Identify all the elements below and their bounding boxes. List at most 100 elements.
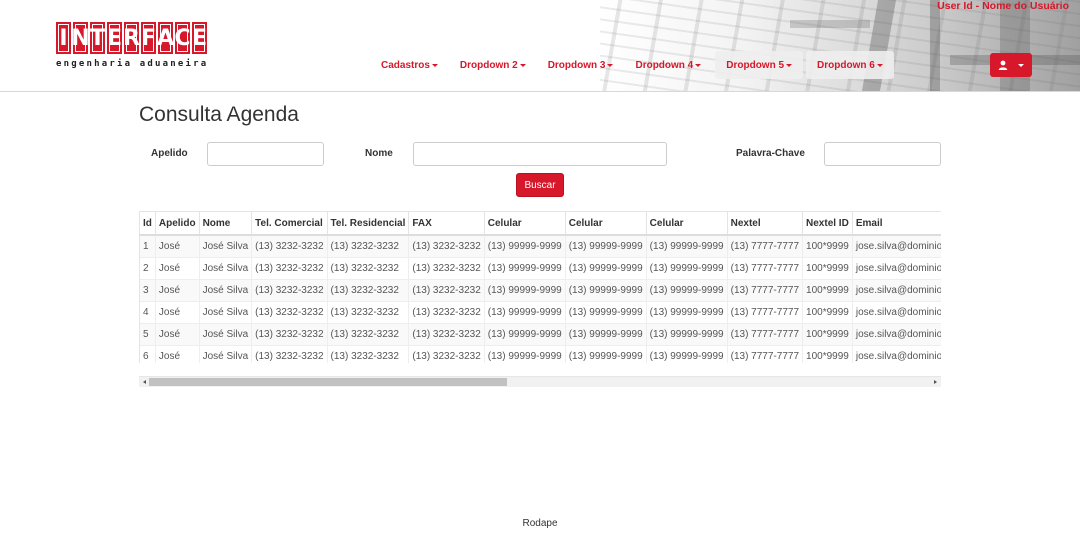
table-cell: 100*9999 <box>802 301 853 324</box>
search-button[interactable]: Buscar <box>516 173 564 197</box>
table-cell: (13) 3232-3232 <box>327 234 410 258</box>
table-cell: (13) 7777-7777 <box>727 279 804 302</box>
caret-down-icon <box>695 63 702 67</box>
column-header[interactable]: Apelido <box>155 211 200 236</box>
scrollbar-thumb[interactable] <box>149 378 507 386</box>
column-header[interactable]: Nextel ID <box>802 211 853 236</box>
table-cell: José <box>155 323 200 346</box>
table-cell: (13) 7777-7777 <box>727 257 804 280</box>
column-header[interactable]: Nextel <box>727 211 804 236</box>
nav-dropdown-6[interactable]: Dropdown 6 <box>806 51 894 79</box>
table-row[interactable]: 3 José José Silva (13) 3232-3232 (13) 3232-3… <box>139 279 941 302</box>
logo-letter: E <box>192 22 207 54</box>
user-icon <box>998 60 1008 70</box>
nav-dropdown-label: Dropdown 4 <box>635 59 694 71</box>
nav-dropdown-label: Cadastros <box>381 59 430 71</box>
table-cell: (13) 99999-9999 <box>646 323 728 346</box>
table-cell: 2 <box>139 257 156 280</box>
table-cell: (13) 3232-3232 <box>327 323 410 346</box>
table-cell: 100*9999 <box>802 345 853 363</box>
logo-letter: T <box>90 22 105 54</box>
table-cell: jose.silva@dominio.com.br <box>852 234 941 258</box>
table-cell: (13) 99999-9999 <box>646 279 728 302</box>
page-title: Consulta Agenda <box>139 103 299 126</box>
agenda-table: Id Apelido Nome Tel. Comercial Tel. Resi… <box>139 211 941 363</box>
table-cell: (13) 99999-9999 <box>565 257 647 280</box>
table-cell: (13) 3232-3232 <box>408 234 485 258</box>
company-logo[interactable]: I N T E R F A C E engenharia aduaneira <box>56 22 216 72</box>
table-cell: José <box>155 257 200 280</box>
column-header[interactable]: Celular <box>646 211 728 236</box>
table-cell: 3 <box>139 279 156 302</box>
table-cell: (13) 3232-3232 <box>327 279 410 302</box>
table-row[interactable]: 2 José José Silva (13) 3232-3232 (13) 3232-3… <box>139 257 941 280</box>
table-cell: (13) 3232-3232 <box>251 257 328 280</box>
table-header-row: Id Apelido Nome Tel. Comercial Tel. Resi… <box>139 211 941 236</box>
table-row[interactable]: 5 José José Silva (13) 3232-3232 (13) 3232-3… <box>139 323 941 346</box>
column-header[interactable]: Nome <box>199 211 253 236</box>
logo-letter: C <box>174 22 191 54</box>
column-header[interactable]: FAX <box>408 211 485 236</box>
nav-dropdown-cadastros[interactable]: Cadastros <box>370 51 449 79</box>
table-cell: (13) 99999-9999 <box>565 323 647 346</box>
table-cell: (13) 99999-9999 <box>565 279 647 302</box>
table-cell: 100*9999 <box>802 257 853 280</box>
logo-letter: F <box>141 22 156 54</box>
nav-dropdown-3[interactable]: Dropdown 3 <box>537 51 625 79</box>
table-cell: José <box>155 279 200 302</box>
logo-subtitle: engenharia aduaneira <box>56 59 209 69</box>
column-header[interactable]: Tel. Comercial <box>251 211 328 236</box>
table-cell: 100*9999 <box>802 323 853 346</box>
table-cell: jose.silva@dominio.com.br <box>852 257 941 280</box>
table-cell: José Silva <box>199 257 253 280</box>
palavra-chave-label: Palavra-Chave <box>736 148 805 159</box>
table-cell: (13) 99999-9999 <box>565 234 647 258</box>
column-header[interactable]: Tel. Residencial <box>327 211 410 236</box>
table-cell: 1 <box>139 234 156 258</box>
table-cell: (13) 3232-3232 <box>251 345 328 363</box>
logo-letter: I <box>56 22 71 54</box>
nome-input[interactable] <box>413 142 667 166</box>
table-cell: (13) 99999-9999 <box>484 301 566 324</box>
table-cell: José <box>155 345 200 363</box>
table-cell: (13) 99999-9999 <box>484 345 566 363</box>
nav-dropdown-label: Dropdown 3 <box>547 59 606 71</box>
table-cell: (13) 99999-9999 <box>484 234 566 258</box>
horizontal-scrollbar[interactable] <box>139 376 941 387</box>
table-cell: José Silva <box>199 323 253 346</box>
table-cell: (13) 3232-3232 <box>408 345 485 363</box>
table-cell: José Silva <box>199 345 253 363</box>
logo-letter: R <box>123 22 140 54</box>
table-cell: (13) 3232-3232 <box>408 257 485 280</box>
table-cell: José Silva <box>199 301 253 324</box>
logo-letter: N <box>71 22 90 54</box>
nav-dropdown-5[interactable]: Dropdown 5 <box>715 51 804 79</box>
column-header[interactable]: Id <box>139 211 156 236</box>
table-cell: 6 <box>139 345 156 363</box>
apelido-input[interactable] <box>207 142 324 166</box>
table-cell: (13) 3232-3232 <box>327 257 410 280</box>
column-header[interactable]: Celular <box>565 211 647 236</box>
table-row[interactable]: 6 José José Silva (13) 3232-3232 (13) 3232-3… <box>139 345 941 363</box>
table-row[interactable]: 1 José José Silva (13) 3232-3232 (13) 3232-3… <box>139 234 941 258</box>
palavra-chave-input[interactable] <box>824 142 941 166</box>
scroll-right-arrow-icon[interactable] <box>934 380 937 384</box>
table-cell: 4 <box>139 301 156 324</box>
scroll-left-arrow-icon[interactable] <box>143 380 146 384</box>
table-cell: (13) 3232-3232 <box>251 234 328 258</box>
table-row[interactable]: 4 José José Silva (13) 3232-3232 (13) 3232-3… <box>139 301 941 324</box>
caret-down-icon <box>876 63 883 67</box>
table-cell: (13) 3232-3232 <box>408 279 485 302</box>
apelido-label: Apelido <box>151 148 188 159</box>
user-menu-button[interactable] <box>990 53 1032 77</box>
nav-dropdown-4[interactable]: Dropdown 4 <box>624 51 712 79</box>
table-cell: (13) 99999-9999 <box>646 257 728 280</box>
nav-dropdown-2[interactable]: Dropdown 2 <box>449 51 537 79</box>
column-header[interactable]: Celular <box>484 211 566 236</box>
caret-down-icon <box>431 63 438 67</box>
table-cell: 5 <box>139 323 156 346</box>
table-cell: José <box>155 234 200 258</box>
table-cell: (13) 99999-9999 <box>565 345 647 363</box>
column-header[interactable]: Email <box>852 211 941 236</box>
table-cell: (13) 3232-3232 <box>251 323 328 346</box>
